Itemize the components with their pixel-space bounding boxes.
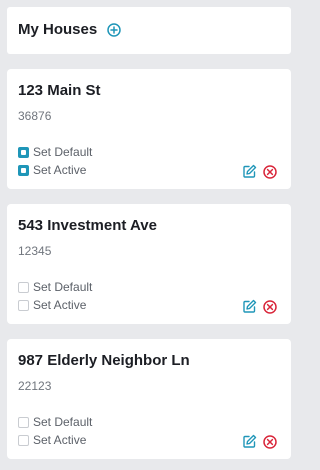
set-default-checkbox[interactable]: Set Default [18,415,92,429]
edit-icon[interactable] [242,164,257,179]
page-title: My Houses [18,21,98,38]
edit-icon[interactable] [242,299,257,314]
house-address: 123 Main St [18,82,101,99]
house-zip: 12345 [18,244,52,258]
set-active-checkbox[interactable]: Set Active [18,298,86,312]
plus-circle-icon[interactable] [107,23,121,37]
set-active-checkbox[interactable]: Set Active [18,433,86,447]
checkbox-box[interactable] [18,299,29,311]
house-zip: 36876 [18,109,52,123]
checkbox-box[interactable] [18,434,29,446]
checkbox-box[interactable] [18,164,29,176]
page-header: My Houses [7,7,291,54]
checkbox-box[interactable] [18,416,29,428]
set-default-checkbox[interactable]: Set Default [18,145,92,159]
set-default-checkbox[interactable]: Set Default [18,280,92,294]
set-active-label: Set Active [33,298,87,312]
remove-icon[interactable] [263,300,277,314]
house-card: 543 Investment Ave 12345 Set Default Set… [7,204,291,324]
house-zip: 22123 [18,379,52,393]
house-card: 987 Elderly Neighbor Ln 22123 Set Defaul… [7,339,291,459]
edit-icon[interactable] [242,434,257,449]
set-active-label: Set Active [33,163,87,177]
house-card: 123 Main St 36876 Set Default Set Active [7,69,291,189]
checkbox-box[interactable] [18,146,29,158]
house-address: 987 Elderly Neighbor Ln [18,352,190,369]
set-default-label: Set Default [33,280,93,294]
remove-icon[interactable] [263,165,277,179]
set-active-checkbox[interactable]: Set Active [18,163,86,177]
set-default-label: Set Default [33,415,93,429]
set-active-label: Set Active [33,433,87,447]
set-default-label: Set Default [33,145,93,159]
house-address: 543 Investment Ave [18,217,157,234]
checkbox-box[interactable] [18,281,29,293]
remove-icon[interactable] [263,435,277,449]
